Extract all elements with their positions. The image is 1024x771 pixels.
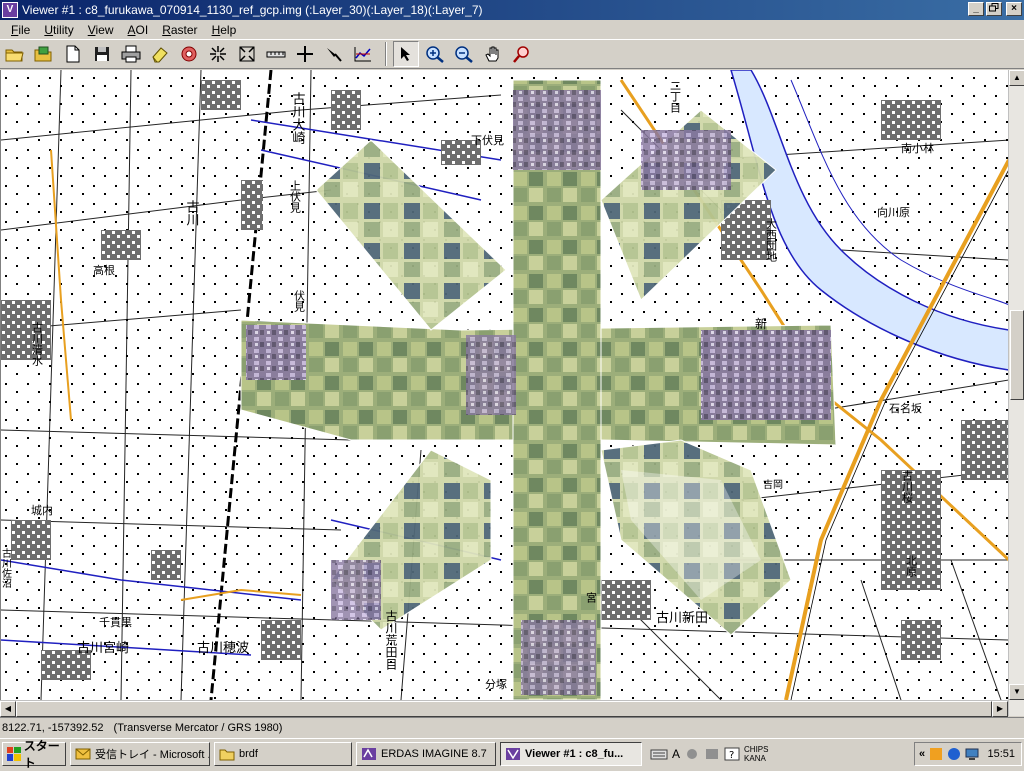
- map-label: 下伏見: [471, 133, 504, 147]
- ime-tools-icon[interactable]: [704, 747, 720, 761]
- svg-text:?: ?: [729, 750, 734, 761]
- ime-mode[interactable]: A: [672, 747, 680, 761]
- window-title: Viewer #1 : c8_furukawa_070914_1130_ref_…: [22, 3, 483, 17]
- menu-aoi[interactable]: AOI: [121, 23, 156, 37]
- map-label: 古川荒田目: [384, 609, 398, 670]
- profile-icon[interactable]: [350, 41, 376, 67]
- menu-utility[interactable]: Utility: [37, 23, 80, 37]
- zoom-in-fixed-icon[interactable]: [205, 41, 231, 67]
- horizontal-scroll-thumb[interactable]: [16, 701, 992, 717]
- map-label: 大西団地: [765, 217, 778, 262]
- map-viewer[interactable]: 古川大崎 古川 古川清水 下伏見 伏見 上伏見 高根 南小林 向川原 大西団地 …: [0, 70, 1008, 700]
- save-icon[interactable]: [89, 41, 115, 67]
- start-button[interactable]: スタート: [2, 739, 66, 770]
- clock[interactable]: 15:51: [987, 748, 1021, 760]
- map-label: 城内: [31, 503, 53, 517]
- measure-icon[interactable]: [263, 41, 289, 67]
- map-label: 二丁目: [669, 80, 682, 113]
- scroll-up-button[interactable]: ▲: [1009, 70, 1024, 86]
- system-tray: « 15:51: [914, 742, 1022, 766]
- open-folder-icon[interactable]: [2, 41, 28, 67]
- inquire-cursor-icon[interactable]: [292, 41, 318, 67]
- scroll-left-button[interactable]: ◀: [0, 701, 16, 717]
- help-icon[interactable]: ?: [724, 747, 740, 761]
- minimize-button[interactable]: _: [968, 2, 984, 16]
- keyboard-icon[interactable]: [650, 747, 668, 761]
- zoom-out-fixed-icon[interactable]: [234, 41, 260, 67]
- menu-file[interactable]: File: [4, 23, 37, 37]
- map-label: 南小林: [901, 141, 934, 155]
- map-label: 古川清水: [31, 322, 44, 366]
- tool-palette-icon[interactable]: [321, 41, 347, 67]
- map-label: 吉岡: [763, 479, 783, 491]
- menu-view[interactable]: View: [81, 23, 121, 37]
- taskbar: スタート 受信トレイ - Microsoft ... brdf ERDAS IM…: [0, 738, 1024, 770]
- tray-antivirus-icon[interactable]: [947, 747, 961, 761]
- vertical-scroll-thumb[interactable]: [1010, 310, 1024, 400]
- select-arrow-icon[interactable]: [393, 41, 419, 67]
- link-zoom-icon[interactable]: [509, 41, 535, 67]
- maximize-button[interactable]: [986, 2, 1002, 16]
- new-document-icon[interactable]: [60, 41, 86, 67]
- open-layer-icon[interactable]: [31, 41, 57, 67]
- map-label: 石名坂: [889, 401, 922, 415]
- map-label: 古川: [184, 200, 200, 226]
- menu-raster[interactable]: Raster: [155, 23, 204, 37]
- map-label: 高根: [93, 263, 115, 277]
- task-brdf-folder[interactable]: brdf: [214, 741, 352, 766]
- ime-pad-icon[interactable]: [684, 747, 700, 761]
- map-label: 古川新田: [656, 610, 708, 626]
- map-label: 宮: [585, 591, 598, 604]
- windows-flag-icon: [7, 746, 21, 761]
- map-label: 分塚: [485, 678, 507, 691]
- tray-network-icon[interactable]: [965, 747, 979, 761]
- pan-hand-icon[interactable]: [480, 41, 506, 67]
- outlook-icon: [75, 748, 91, 759]
- task-erdas[interactable]: ERDAS IMAGINE 8.7: [356, 741, 496, 766]
- task-inbox[interactable]: 受信トレイ - Microsoft ...: [70, 741, 210, 766]
- target-icon[interactable]: [176, 41, 202, 67]
- tray-expand-icon[interactable]: «: [919, 748, 925, 760]
- ime-toolbar: A ? CHIPS KANA: [650, 745, 768, 763]
- map-label: 古川桜: [901, 470, 914, 504]
- map-label: 古川佐沼: [1, 547, 12, 589]
- projection-info: (Transverse Mercator / GRS 1980): [113, 721, 283, 734]
- horizontal-scrollbar[interactable]: ◀ ▶: [0, 700, 1008, 717]
- zoom-out-icon[interactable]: [451, 41, 477, 67]
- tray-app-icon[interactable]: [929, 747, 943, 761]
- ime-status[interactable]: CHIPS KANA: [744, 745, 768, 763]
- map-canvas[interactable]: 古川大崎 古川 古川清水 下伏見 伏見 上伏見 高根 南小林 向川原 大西団地 …: [1, 70, 1008, 700]
- start-label: スタート: [23, 738, 60, 770]
- map-label: 新: [755, 316, 767, 331]
- vertical-scrollbar[interactable]: ▲ ▼: [1008, 70, 1024, 716]
- toolbar: [0, 39, 1024, 69]
- menu-help[interactable]: Help: [205, 23, 244, 37]
- title-bar[interactable]: V Viewer #1 : c8_furukawa_070914_1130_re…: [0, 0, 1024, 20]
- erdas-viewer-icon[interactable]: V: [2, 2, 18, 18]
- scroll-right-button[interactable]: ▶: [992, 701, 1008, 717]
- viewer-icon: [506, 747, 520, 760]
- map-label: 向川原: [877, 205, 910, 219]
- status-bar: 8122.71, -157392.52 (Transverse Mercator…: [0, 717, 1024, 737]
- menu-bar: File Utility View AOI Raster Help: [0, 20, 1024, 39]
- task-viewer[interactable]: Viewer #1 : c8_fu...: [500, 741, 642, 766]
- erdas-icon: [362, 747, 376, 760]
- map-label: 千貫黒: [99, 616, 132, 629]
- print-icon[interactable]: [118, 41, 144, 67]
- window-controls: _ ×: [968, 2, 1022, 16]
- map-label: 古川穂波: [197, 641, 249, 656]
- map-label: 上伏見: [289, 180, 302, 213]
- close-button[interactable]: ×: [1006, 2, 1022, 16]
- zoom-in-icon[interactable]: [422, 41, 448, 67]
- folder-icon: [219, 749, 235, 760]
- map-label: 北原: [905, 555, 918, 577]
- cursor-coordinates: 8122.71, -157392.52: [2, 721, 104, 734]
- toolbar-separator: [385, 42, 387, 66]
- eraser-icon[interactable]: [147, 41, 173, 67]
- map-label: 古川宮崎: [77, 640, 129, 656]
- map-label: 古川大崎: [290, 92, 306, 144]
- scroll-down-button[interactable]: ▼: [1009, 684, 1024, 700]
- map-label: 伏見: [293, 289, 306, 312]
- restore-icon: [989, 3, 999, 12]
